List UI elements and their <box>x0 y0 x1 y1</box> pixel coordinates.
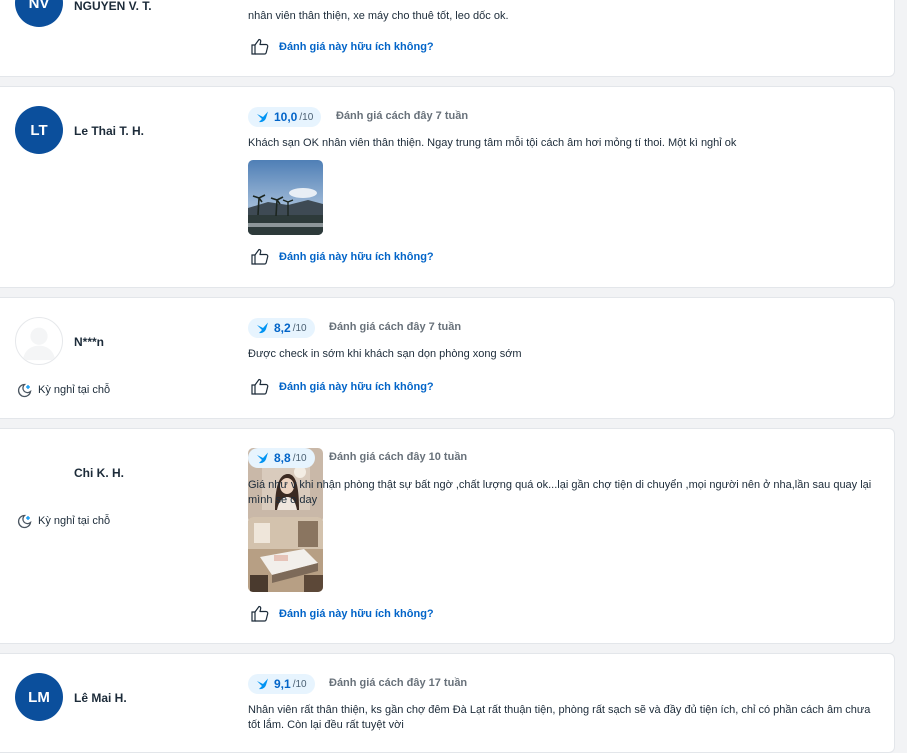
default-avatar-icon <box>22 327 56 361</box>
review-card: LM Lê Mai H. 9,1 /10 Đánh giá cách đây 1… <box>0 653 895 753</box>
thumbs-up-icon <box>251 248 269 265</box>
review-card: N***n Kỳ nghỉ tại chỗ 8,2 /10 Đánh giá c… <box>0 297 895 419</box>
reviewer-name: Chi K. H. <box>74 466 124 480</box>
review-photo-image <box>248 160 323 235</box>
thumbs-up-icon <box>251 38 269 55</box>
rating-scale: /10 <box>292 452 307 464</box>
stay-label: Kỳ nghỉ tại chỗ <box>38 384 111 396</box>
rating-badge: 9,1 /10 <box>248 674 315 694</box>
stay-label: Kỳ nghỉ tại chỗ <box>38 515 111 527</box>
reviewer-name: N***n <box>74 335 105 349</box>
review-photo-image <box>248 517 323 592</box>
review-date: Đánh giá cách đây 10 tuần <box>329 451 468 463</box>
review-text: Nhân viên rất thân thiện, ks gần chợ đêm… <box>248 704 871 731</box>
traveloka-bird-icon <box>257 322 268 334</box>
moon-plus-icon <box>17 383 32 398</box>
review-date: Đánh giá cách đây 7 tuần <box>329 321 462 333</box>
stay-type: Kỳ nghỉ tại chỗ <box>16 382 110 398</box>
rating-scale: /10 <box>299 111 314 123</box>
review-card: NV NGUYEN V. T. nhân viên thân thiện, xe… <box>0 0 895 77</box>
review-card: Chi K. H. Kỳ nghỉ tại chỗ 8,8 /10 Đánh g… <box>0 428 895 644</box>
avatar: NV <box>15 0 63 27</box>
reviewer-name: Le Thai T. H. <box>74 124 145 138</box>
helpful-button[interactable]: Đánh giá này hữu ích không? <box>251 605 434 622</box>
review-text: Giá như v khi nhận phòng thật sự bất ngờ… <box>248 479 872 506</box>
helpful-button[interactable]: Đánh giá này hữu ích không? <box>251 38 434 55</box>
helpful-button[interactable]: Đánh giá này hữu ích không? <box>251 248 434 265</box>
reviewer-name: NGUYEN V. T. <box>74 0 152 13</box>
review-photo[interactable] <box>248 517 323 592</box>
traveloka-bird-icon <box>257 678 268 690</box>
avatar <box>15 317 63 365</box>
avatar: LM <box>15 673 63 721</box>
helpful-label: Đánh giá này hữu ích không? <box>279 40 434 53</box>
stay-type: Kỳ nghỉ tại chỗ <box>16 513 110 529</box>
helpful-label: Đánh giá này hữu ích không? <box>279 607 434 620</box>
rating-scale: /10 <box>292 322 307 334</box>
review-date: Đánh giá cách đây 7 tuần <box>336 110 469 122</box>
rating-score: 10,0 <box>274 110 298 124</box>
rating-score: 9,1 <box>274 677 291 691</box>
review-photo[interactable] <box>248 160 323 235</box>
avatar: LT <box>15 106 63 154</box>
review-text: nhân viên thân thiện, xe máy cho thuê tố… <box>248 10 509 22</box>
rating-score: 8,2 <box>274 321 291 335</box>
rating-score: 8,8 <box>274 451 291 465</box>
helpful-label: Đánh giá này hữu ích không? <box>279 380 434 393</box>
rating-scale: /10 <box>292 678 307 690</box>
helpful-label: Đánh giá này hữu ích không? <box>279 250 434 263</box>
thumbs-up-icon <box>251 378 269 395</box>
moon-plus-icon <box>17 514 32 529</box>
review-text: Được check in sớm khi khách sạn dọn phòn… <box>248 348 522 360</box>
review-date: Đánh giá cách đây 17 tuần <box>329 677 468 689</box>
reviewer-name: Lê Mai H. <box>74 691 127 705</box>
rating-badge: 8,8 /10 <box>248 448 315 468</box>
review-card: LT Le Thai T. H. 10,0 /10 Đánh giá cách … <box>0 86 895 288</box>
rating-badge: 8,2 /10 <box>248 318 315 338</box>
helpful-button[interactable]: Đánh giá này hữu ích không? <box>251 378 434 395</box>
thumbs-up-icon <box>251 605 269 622</box>
review-text: Khách sạn OK nhân viên thân thiện. Ngay … <box>248 137 737 149</box>
traveloka-bird-icon <box>257 111 268 123</box>
rating-badge: 10,0 /10 <box>248 107 322 127</box>
traveloka-bird-icon <box>257 452 268 464</box>
